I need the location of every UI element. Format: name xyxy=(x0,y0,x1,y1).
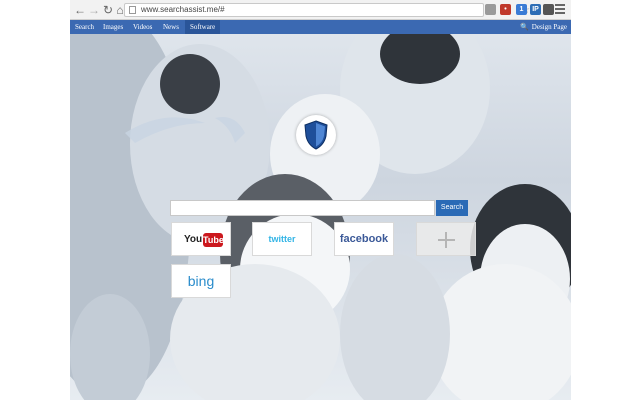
bing-logo-text: bing xyxy=(187,273,215,289)
address-bar[interactable]: www.searchassist.me/# ☆ xyxy=(124,3,530,17)
design-page-label: Design Page xyxy=(531,23,567,31)
address-url: www.searchassist.me/# xyxy=(141,5,225,14)
extension-ip-icon[interactable]: IP xyxy=(530,4,541,15)
back-icon[interactable]: ← xyxy=(73,3,87,17)
tab-software[interactable]: Software xyxy=(185,20,221,34)
extension-red-icon[interactable]: • xyxy=(500,4,511,15)
page-icon xyxy=(129,6,136,14)
background-image xyxy=(70,34,571,400)
extension-grey-icon[interactable] xyxy=(485,4,496,15)
youtube-tube-badge: Tube xyxy=(203,233,224,247)
shortcut-facebook[interactable]: facebook xyxy=(334,222,394,256)
tab-images[interactable]: Images xyxy=(98,20,128,34)
shortcut-youtube[interactable]: You Tube xyxy=(171,222,231,256)
wings-logo-icon xyxy=(125,117,245,143)
tab-news[interactable]: News xyxy=(158,20,184,34)
site-logo xyxy=(296,115,336,155)
browser-window: ← → ↻ ⌂ www.searchassist.me/# ☆ • 1 IP S… xyxy=(70,0,571,400)
menu-icon[interactable] xyxy=(555,4,565,15)
browser-chrome: ← → ↻ ⌂ www.searchassist.me/# ☆ • 1 IP xyxy=(70,0,571,20)
search-button[interactable]: Search xyxy=(436,200,468,216)
shortcut-bing[interactable]: bing xyxy=(171,264,231,298)
shortcut-twitter[interactable]: twitter xyxy=(252,222,312,256)
shield-icon xyxy=(304,120,328,150)
design-page-button[interactable]: 🔍 Design Page xyxy=(520,20,567,34)
add-shortcut-button[interactable] xyxy=(416,222,476,256)
search-input[interactable] xyxy=(170,200,435,216)
facebook-logo-text: facebook xyxy=(339,233,389,245)
tab-videos[interactable]: Videos xyxy=(128,20,157,34)
extension-blue-icon[interactable]: 1 xyxy=(516,4,527,15)
youtube-you-text: You xyxy=(184,234,203,245)
magnifier-icon: 🔍 xyxy=(520,23,529,31)
forward-icon[interactable]: → xyxy=(87,3,101,17)
extension-dark-icon[interactable] xyxy=(543,4,554,15)
tab-search[interactable]: Search xyxy=(70,20,99,34)
twitter-logo-text: twitter xyxy=(268,234,296,244)
search-toolbar: Search Images Videos News Software 🔍 Desi… xyxy=(70,20,571,34)
